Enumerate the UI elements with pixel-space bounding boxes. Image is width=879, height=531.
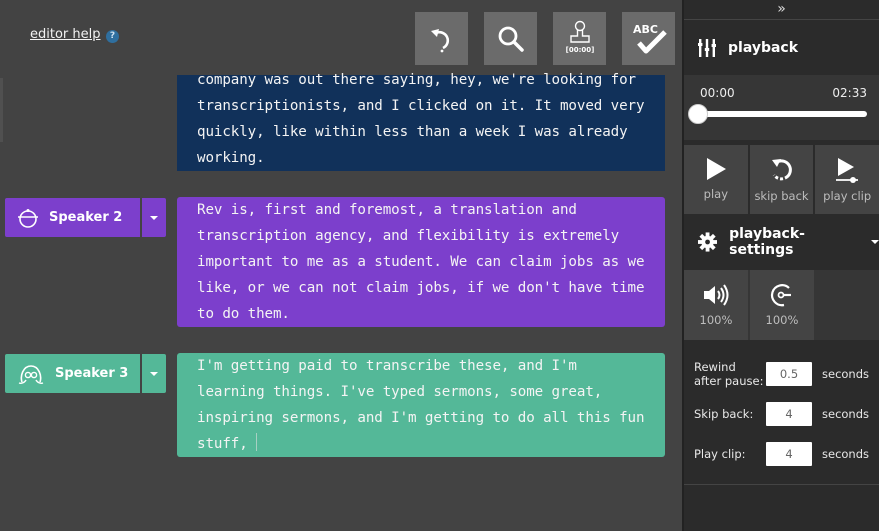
caret-down-icon bbox=[871, 240, 879, 244]
svg-text:[00:00]: [00:00] bbox=[565, 46, 594, 54]
play-clip-button[interactable]: play clip bbox=[815, 145, 879, 214]
transcript-text[interactable]: Rev is, first and foremost, a translatio… bbox=[197, 197, 645, 327]
transcript-editor: editor help ? [00:00] ABC company was ou… bbox=[0, 0, 682, 531]
speaker-name: Speaker 2 bbox=[49, 210, 123, 225]
help-question-icon[interactable]: ? bbox=[106, 30, 119, 43]
rewind-after-pause-row: Rewind after pause: seconds bbox=[694, 354, 879, 394]
playback-settings-title: playback-settings bbox=[729, 226, 805, 258]
play-clip-label: play clip bbox=[823, 189, 872, 203]
rewind-after-pause-input[interactable] bbox=[766, 362, 812, 386]
speed-control[interactable]: 100% bbox=[750, 270, 814, 340]
playback-header: playback bbox=[684, 20, 879, 75]
speaker-label-3: Speaker 3 bbox=[5, 354, 166, 393]
speaker-3-button[interactable]: Speaker 3 bbox=[5, 354, 140, 393]
play-clip-row: Play clip: seconds bbox=[694, 434, 879, 474]
svg-text:ABC: ABC bbox=[633, 23, 658, 36]
skip-back-button[interactable]: skip back bbox=[749, 145, 814, 214]
speaker-2-dropdown[interactable] bbox=[142, 198, 166, 237]
play-clip-setting-label: Play clip: bbox=[694, 447, 746, 461]
speed-value: 100% bbox=[765, 313, 799, 327]
audio-knobs: 100% 100% bbox=[684, 270, 879, 340]
skip-back-icon bbox=[771, 159, 792, 181]
speaker-label-2: Speaker 2 bbox=[5, 198, 166, 237]
speed-gauge-icon bbox=[770, 284, 791, 307]
transcript-block-2[interactable]: Rev is, first and foremost, a translatio… bbox=[177, 197, 665, 327]
caret-down-icon bbox=[150, 215, 158, 220]
search-icon bbox=[498, 26, 524, 52]
speaker-2-button[interactable]: Speaker 2 bbox=[5, 198, 140, 237]
speaker-3-dropdown[interactable] bbox=[142, 354, 166, 393]
volume-icon bbox=[704, 284, 729, 306]
speaker-avatar-icon bbox=[18, 208, 38, 228]
timestamp-button[interactable]: [00:00] bbox=[553, 12, 606, 65]
collapse-panel-button[interactable]: » bbox=[684, 0, 879, 20]
seconds-unit: seconds bbox=[822, 447, 870, 461]
rewind-after-pause-label: Rewind after pause: bbox=[694, 360, 764, 388]
skip-back-setting-label: Skip back: bbox=[694, 407, 754, 421]
text-cursor bbox=[255, 433, 257, 451]
transcript-block-3[interactable]: I'm getting paid to transcribe these, an… bbox=[177, 353, 665, 457]
volume-control[interactable]: 100% bbox=[684, 270, 748, 340]
transcript-text-content: I'm getting paid to transcribe these, an… bbox=[197, 358, 645, 452]
seconds-unit: seconds bbox=[822, 407, 870, 421]
current-time: 00:00 bbox=[700, 86, 735, 100]
playback-panel: » playback 00:00 02:33 play skip back pl… bbox=[682, 0, 879, 531]
audio-scrubber: 00:00 02:33 bbox=[684, 75, 879, 140]
transcript-text[interactable]: company was out there saying, hey, we're… bbox=[197, 67, 645, 171]
seconds-unit: seconds bbox=[822, 367, 870, 381]
skip-back-label: skip back bbox=[754, 189, 809, 203]
gear-icon bbox=[698, 232, 718, 252]
sliders-icon bbox=[698, 38, 716, 57]
play-clip-icon bbox=[836, 158, 859, 183]
playback-title: playback bbox=[728, 39, 799, 56]
play-clip-input[interactable] bbox=[766, 442, 812, 466]
speaker-name: Speaker 3 bbox=[55, 366, 129, 381]
play-icon bbox=[706, 158, 726, 180]
progress-track[interactable] bbox=[696, 111, 867, 117]
volume-value: 100% bbox=[699, 313, 733, 327]
transcript-block-1[interactable]: company was out there saying, hey, we're… bbox=[177, 72, 665, 171]
total-time: 02:33 bbox=[832, 86, 867, 100]
editor-toolbar: [00:00] ABC bbox=[415, 12, 675, 65]
undo-icon bbox=[430, 28, 449, 52]
progress-handle[interactable] bbox=[688, 104, 708, 124]
caret-down-icon bbox=[150, 371, 158, 376]
playback-controls: play skip back play clip bbox=[684, 140, 879, 214]
spellcheck-button[interactable]: ABC bbox=[622, 12, 675, 65]
play-label: play bbox=[703, 187, 729, 201]
spellcheck-icon: ABC bbox=[633, 23, 667, 53]
play-button[interactable]: play bbox=[684, 145, 748, 214]
playback-settings-form: Rewind after pause: seconds Skip back: s… bbox=[684, 340, 879, 485]
speaker-avatar-icon bbox=[18, 364, 44, 384]
undo-button[interactable] bbox=[415, 12, 468, 65]
search-button[interactable] bbox=[484, 12, 537, 65]
skip-back-input[interactable] bbox=[766, 402, 812, 426]
transcript-text[interactable]: I'm getting paid to transcribe these, an… bbox=[197, 353, 645, 457]
timestamp-stamp-icon: [00:00] bbox=[565, 20, 594, 54]
playback-settings-toggle[interactable]: playback-settings bbox=[684, 214, 879, 270]
skip-back-row: Skip back: seconds bbox=[694, 394, 879, 434]
editor-help-link[interactable]: editor help bbox=[30, 27, 101, 42]
left-scroll-strip bbox=[0, 78, 3, 142]
